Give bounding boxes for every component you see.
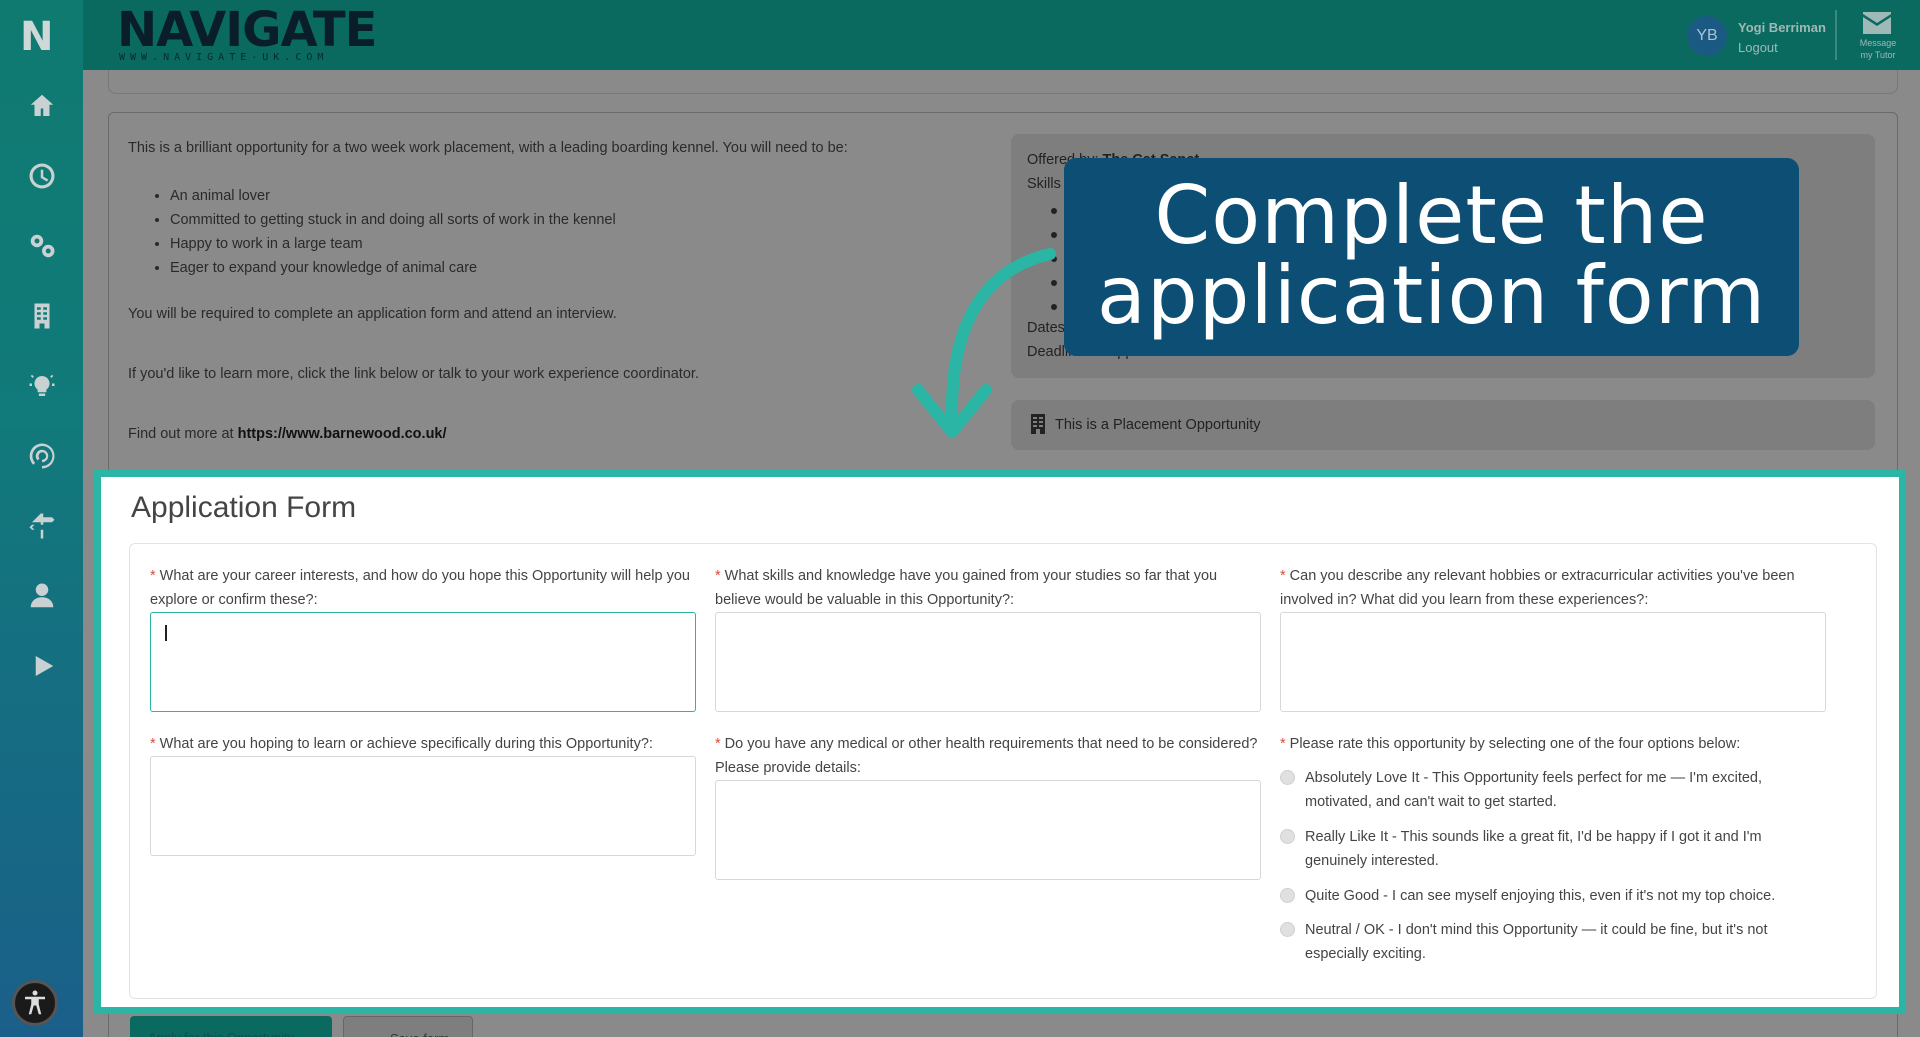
list-item: Eager to expand your knowledge of animal… bbox=[170, 256, 998, 280]
brand-logo[interactable]: NAVIGATE bbox=[117, 2, 377, 58]
rating-option-label: Quite Good - I can see myself enjoying t… bbox=[1305, 888, 1776, 904]
rating-option-label: Really Like It - This sounds like a grea… bbox=[1305, 829, 1762, 869]
required-mark: * bbox=[1280, 568, 1286, 584]
skills-knowledge-textarea[interactable] bbox=[715, 612, 1261, 712]
radio-button[interactable] bbox=[1280, 770, 1295, 785]
avatar[interactable]: YB bbox=[1687, 16, 1727, 56]
home-icon[interactable] bbox=[18, 86, 66, 126]
list-item: Committed to getting stuck in and doing … bbox=[170, 208, 998, 232]
description-requirement: You will be required to complete an appl… bbox=[128, 306, 617, 322]
required-mark: * bbox=[715, 736, 721, 752]
question-label: Can you describe any relevant hobbies or… bbox=[1280, 568, 1795, 608]
external-link[interactable]: https://www.barnewood.co.uk/ bbox=[238, 426, 447, 442]
rating-option-label: Neutral / OK - I don't mind this Opportu… bbox=[1305, 922, 1768, 962]
top-header: NAVIGATE WWW.NAVIGATE-UK.COM YB Yogi Ber… bbox=[83, 0, 1920, 70]
rating-option[interactable]: Absolutely Love It - This Opportunity fe… bbox=[1280, 766, 1805, 814]
radio-button[interactable] bbox=[1280, 922, 1295, 937]
rating-option-label: Absolutely Love It - This Opportunity fe… bbox=[1305, 770, 1763, 810]
top-card-edge bbox=[108, 70, 1898, 94]
radio-button[interactable] bbox=[1280, 888, 1295, 903]
radio-button[interactable] bbox=[1280, 829, 1295, 844]
rating-option[interactable]: Really Like It - This sounds like a grea… bbox=[1280, 825, 1805, 873]
message-tutor-button[interactable]: Message my Tutor bbox=[1847, 36, 1909, 62]
building-icon[interactable] bbox=[18, 296, 66, 336]
sidebar-logo[interactable]: N bbox=[20, 14, 64, 60]
callout-line-2: application form bbox=[1096, 249, 1767, 342]
tutor-label: my Tutor bbox=[1860, 50, 1896, 60]
required-mark: * bbox=[150, 736, 156, 752]
text-caret bbox=[165, 625, 167, 641]
question-rating: * Please rate this opportunity by selecti… bbox=[1280, 732, 1840, 756]
user-icon[interactable] bbox=[18, 576, 66, 616]
find-out-more: Find out more at https://www.barnewood.c… bbox=[128, 422, 998, 446]
logout-link[interactable]: Logout bbox=[1738, 40, 1778, 55]
rating-option[interactable]: Neutral / OK - I don't mind this Opportu… bbox=[1280, 918, 1805, 966]
question-hobbies: * Can you describe any relevant hobbies o… bbox=[1280, 564, 1840, 612]
question-learning-goals: * What are you hoping to learn or achieve… bbox=[150, 732, 696, 756]
question-medical: * Do you have any medical or other health… bbox=[715, 732, 1261, 780]
question-label: What are your career interests, and how … bbox=[150, 568, 690, 608]
header-divider bbox=[1835, 10, 1837, 60]
lightbulb-icon[interactable] bbox=[18, 366, 66, 406]
sidebar: N bbox=[0, 0, 83, 1037]
rating-option[interactable]: Quite Good - I can see myself enjoying t… bbox=[1280, 884, 1805, 908]
description-learn-more: If you'd like to learn more, click the l… bbox=[128, 366, 699, 382]
required-mark: * bbox=[1280, 736, 1286, 752]
signpost-icon[interactable] bbox=[18, 506, 66, 546]
medical-textarea[interactable] bbox=[715, 780, 1261, 880]
form-title: Application Form bbox=[131, 491, 357, 524]
apply-button[interactable]: Apply for this Opportunity bbox=[130, 1016, 332, 1037]
brand-url: WWW.NAVIGATE-UK.COM bbox=[119, 52, 329, 63]
question-label: Do you have any medical or other health … bbox=[715, 736, 1258, 776]
play-icon[interactable] bbox=[18, 646, 66, 686]
user-name: Yogi Berriman bbox=[1738, 20, 1826, 35]
clock-icon[interactable] bbox=[18, 156, 66, 196]
career-interests-textarea[interactable] bbox=[150, 612, 696, 712]
callout-arrow-icon bbox=[912, 248, 1056, 438]
progress-icon[interactable] bbox=[18, 436, 66, 476]
application-form: * What are your career interests, and how… bbox=[129, 543, 1877, 999]
placement-badge: This is a Placement Opportunity bbox=[1011, 400, 1875, 450]
gears-icon[interactable] bbox=[18, 226, 66, 266]
accessibility-icon bbox=[25, 990, 45, 1015]
skills-label: Skills bbox=[1027, 176, 1061, 192]
find-out-label: Find out more at bbox=[128, 426, 234, 442]
required-mark: * bbox=[715, 568, 721, 584]
tutorial-callout: Complete the application form bbox=[1064, 158, 1799, 356]
learning-goals-textarea[interactable] bbox=[150, 756, 696, 856]
question-label: What are you hoping to learn or achieve … bbox=[159, 736, 653, 752]
required-mark: * bbox=[150, 568, 156, 584]
list-item: Happy to work in a large team bbox=[170, 232, 998, 256]
accessibility-button[interactable] bbox=[12, 980, 58, 1026]
description-intro: This is a brilliant opportunity for a tw… bbox=[128, 140, 848, 156]
question-career-interests: * What are your career interests, and how… bbox=[150, 564, 696, 612]
list-item: An animal lover bbox=[170, 184, 998, 208]
opportunity-description: This is a brilliant opportunity for a tw… bbox=[128, 136, 998, 458]
application-form-highlight: Application Form * What are your career i… bbox=[94, 470, 1906, 1014]
question-label: What skills and knowledge have you gaine… bbox=[715, 568, 1218, 608]
question-label: Please rate this opportunity by selectin… bbox=[1289, 736, 1741, 752]
requirements-list: An animal lover Committed to getting stu… bbox=[170, 184, 998, 280]
hobbies-textarea[interactable] bbox=[1280, 612, 1826, 712]
skills-bullet bbox=[1051, 208, 1057, 214]
save-form-button[interactable]: Save form bbox=[343, 1016, 473, 1037]
question-skills-knowledge: * What skills and knowledge have you gain… bbox=[715, 564, 1261, 612]
skills-bullet bbox=[1051, 232, 1057, 238]
placement-text: This is a Placement Opportunity bbox=[1055, 417, 1261, 433]
envelope-icon[interactable] bbox=[1863, 12, 1891, 34]
callout-line-1: Complete the bbox=[1154, 169, 1709, 262]
